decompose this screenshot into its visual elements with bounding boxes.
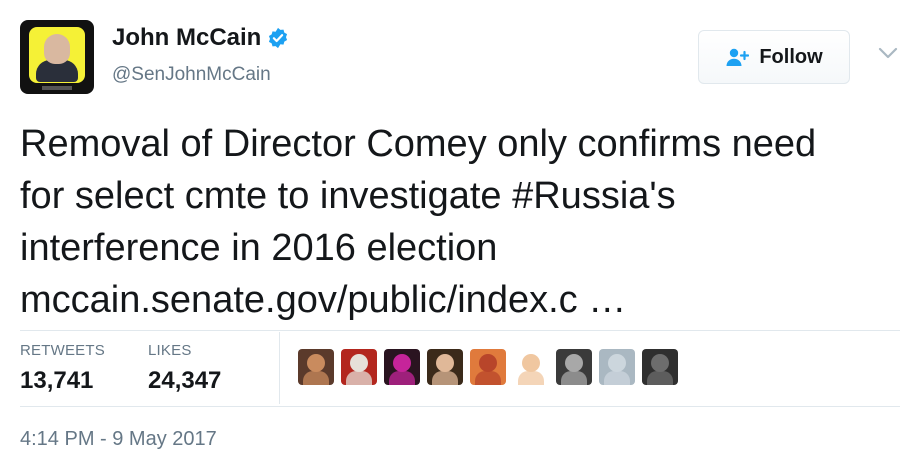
liker-avatar-3[interactable]	[384, 349, 420, 385]
tweet-text: Removal of Director Comey only confirms …	[20, 118, 910, 326]
follow-button-label: Follow	[759, 45, 823, 68]
avatar-body	[518, 371, 544, 385]
avatar-portrait-head	[44, 34, 70, 64]
likes-stat[interactable]: LIKES 24,347	[148, 342, 221, 395]
likes-count: 24,347	[148, 367, 222, 394]
stats-bottom-divider	[20, 406, 900, 407]
avatar-body	[604, 371, 630, 385]
avatar-body	[647, 371, 673, 385]
user-handle[interactable]: @SenJohnMcCain	[112, 64, 271, 86]
liker-avatar-6[interactable]	[513, 349, 549, 385]
tweet-timestamp[interactable]: 4:14 PM - 9 May 2017	[20, 428, 217, 451]
liker-avatar-8[interactable]	[599, 349, 635, 385]
follow-button[interactable]: Follow	[698, 30, 850, 84]
avatar-body	[561, 371, 587, 385]
liker-avatar-2[interactable]	[341, 349, 377, 385]
profile-avatar[interactable]	[20, 20, 94, 94]
retweets-stat[interactable]: RETWEETS 13,741	[20, 342, 105, 395]
avatar-face	[307, 354, 325, 372]
stats-separator	[279, 332, 280, 404]
avatar-body	[389, 371, 415, 385]
add-user-icon	[726, 48, 750, 66]
retweets-label: RETWEETS	[20, 342, 105, 359]
liker-avatar-9[interactable]	[642, 349, 678, 385]
verified-badge-icon	[269, 27, 288, 49]
avatar-face	[393, 354, 411, 372]
liker-avatar-4[interactable]	[427, 349, 463, 385]
avatar-face	[350, 354, 368, 372]
tweet-link[interactable]: mccain.senate.gov/public/index.c …	[20, 274, 910, 326]
retweets-count: 13,741	[20, 367, 94, 394]
tweet-text-line: interference in 2016 election	[20, 227, 498, 269]
avatar-caption-bar	[42, 86, 72, 90]
liker-avatar-1[interactable]	[298, 349, 334, 385]
tweet-text-line: for select cmte to investigate #Russia's	[20, 175, 676, 217]
liker-avatar-5[interactable]	[470, 349, 506, 385]
avatar-body	[432, 371, 458, 385]
user-name[interactable]: John McCain	[112, 24, 261, 52]
avatar-face	[522, 354, 540, 372]
chevron-down-icon[interactable]	[878, 46, 898, 60]
avatar-body	[303, 371, 329, 385]
liker-avatars	[298, 349, 678, 385]
avatar-face	[608, 354, 626, 372]
avatar-face	[565, 354, 583, 372]
avatar-body	[475, 371, 501, 385]
avatar-face	[436, 354, 454, 372]
avatar-body	[346, 371, 372, 385]
avatar-face	[651, 354, 669, 372]
stats-top-divider	[20, 330, 900, 331]
tweet-card: John McCain @SenJohnMcCain Follow Remova…	[0, 0, 920, 459]
user-name-row[interactable]: John McCain	[112, 24, 289, 52]
avatar-face	[479, 354, 497, 372]
liker-avatar-7[interactable]	[556, 349, 592, 385]
likes-label: LIKES	[148, 342, 192, 359]
tweet-text-line: Removal of Director Comey only confirms …	[20, 123, 817, 165]
